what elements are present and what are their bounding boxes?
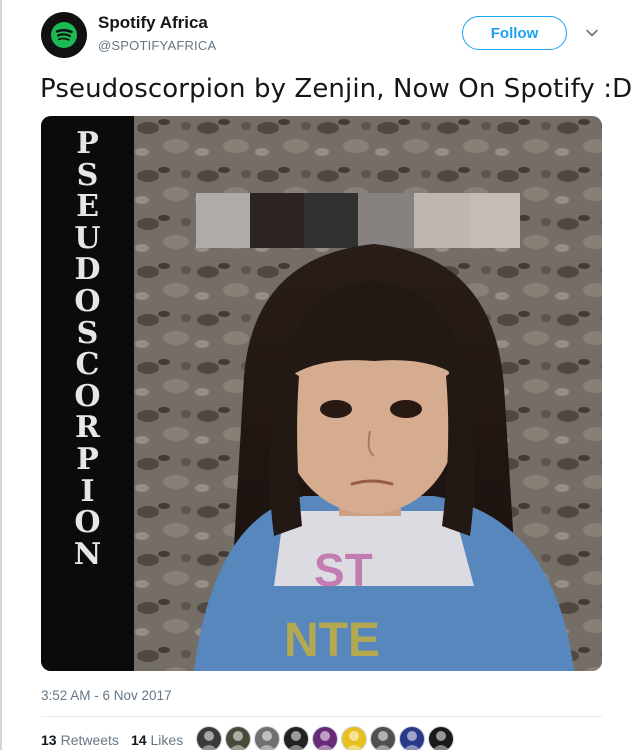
liker-avatar[interactable] xyxy=(370,726,396,750)
display-name[interactable]: Spotify Africa xyxy=(98,13,208,33)
account-handle[interactable]: @SPOTIFYAFRICA xyxy=(98,38,216,53)
album-title-letter: I xyxy=(80,473,95,509)
liker-avatar[interactable] xyxy=(341,726,367,750)
retweets-label: Retweets xyxy=(60,732,119,748)
album-title-letter: E xyxy=(76,189,99,225)
album-title-letter: C xyxy=(75,347,100,383)
liker-avatar[interactable] xyxy=(399,726,425,750)
album-title-letter: R xyxy=(75,410,100,446)
avatar-icon xyxy=(258,731,276,750)
album-title-letter: O xyxy=(74,505,101,541)
avatar-icon xyxy=(403,731,421,750)
liker-avatar[interactable] xyxy=(196,726,222,750)
album-title-letter: N xyxy=(73,536,102,572)
album-title-letter: O xyxy=(74,283,101,319)
follow-button[interactable]: Follow xyxy=(462,16,567,50)
album-title-letter: P xyxy=(76,441,99,477)
tweet-text: Pseudoscorpion by Zenjin, Now On Spotify… xyxy=(40,74,633,104)
chevron-down-icon[interactable] xyxy=(584,25,600,41)
tweet-media[interactable]: PSEUDOSCORPION ST NTE xyxy=(41,116,602,671)
album-title-vertical: PSEUDOSCORPION xyxy=(41,128,134,570)
album-title-strip: PSEUDOSCORPION xyxy=(41,116,134,671)
liker-avatar[interactable] xyxy=(283,726,309,750)
retweets-count: 13 xyxy=(41,732,57,748)
avatar-icon xyxy=(345,731,363,750)
album-title-letter: U xyxy=(74,220,101,256)
likers-avatars xyxy=(196,726,454,750)
likes-stat[interactable]: 14 Likes xyxy=(131,732,183,748)
liker-avatar[interactable] xyxy=(225,726,251,750)
retweets-stat[interactable]: 13 Retweets xyxy=(41,732,119,748)
left-border xyxy=(0,0,2,750)
avatar-icon xyxy=(287,731,305,750)
profile-avatar[interactable] xyxy=(41,12,87,58)
tweet-timestamp[interactable]: 3:52 AM - 6 Nov 2017 xyxy=(41,688,172,703)
album-title-letter: P xyxy=(76,126,99,161)
avatar-icon xyxy=(374,731,392,750)
album-title-letter: S xyxy=(76,315,99,351)
tweet-stats: 13 Retweets 14 Likes xyxy=(41,732,191,748)
avatar-icon xyxy=(432,731,450,750)
album-title-letter: S xyxy=(76,157,99,193)
spotify-logo-icon xyxy=(51,22,77,48)
album-cover-photo: ST NTE xyxy=(134,116,602,671)
avatar-icon xyxy=(316,731,334,750)
liker-avatar[interactable] xyxy=(312,726,338,750)
avatar-icon xyxy=(200,731,218,750)
liker-avatar[interactable] xyxy=(254,726,280,750)
liker-avatar[interactable] xyxy=(428,726,454,750)
album-title-letter: D xyxy=(74,252,101,288)
avatar-icon xyxy=(229,731,247,750)
likes-label: Likes xyxy=(150,732,184,748)
divider xyxy=(41,716,602,717)
likes-count: 14 xyxy=(130,732,147,748)
album-title-letter: O xyxy=(74,378,101,414)
